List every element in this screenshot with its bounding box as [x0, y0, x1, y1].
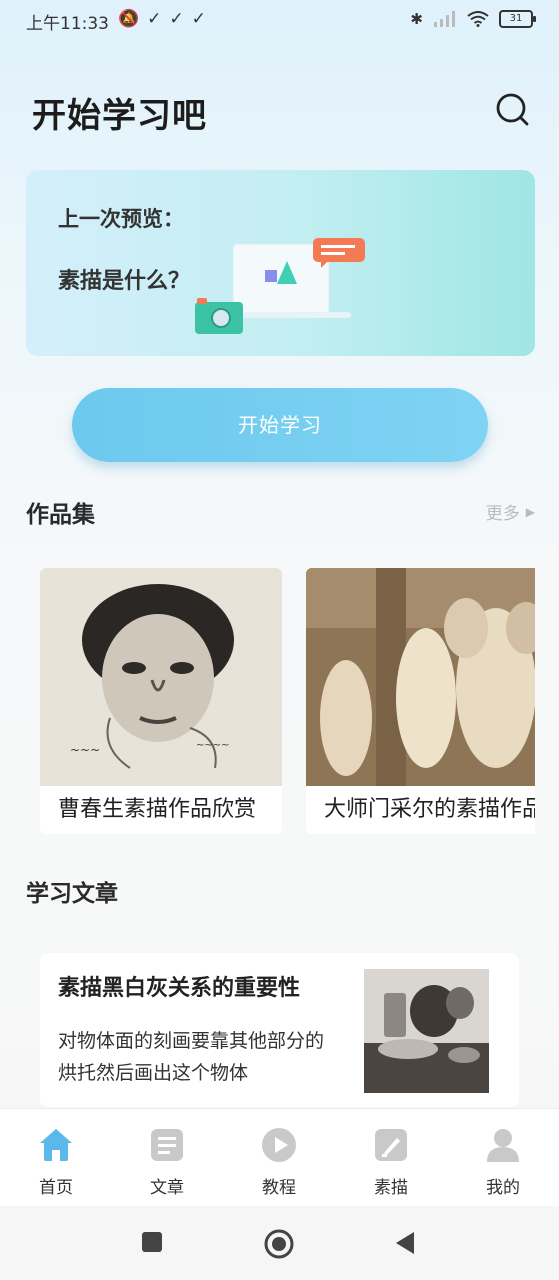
nav-label: 文章	[150, 1178, 184, 1198]
notification-icons: 🔕 ✓ ✓ ✓	[118, 9, 206, 29]
more-link[interactable]: 更多 ▶	[486, 499, 535, 524]
header: 开始学习吧	[0, 80, 559, 140]
gallery-card[interactable]: 大师门采尔的素描作品	[306, 568, 535, 834]
check-icon: ✓	[147, 9, 162, 29]
system-nav-bar	[0, 1206, 559, 1280]
profile-icon	[487, 1129, 519, 1162]
nav-label: 教程	[262, 1178, 296, 1198]
nav-item-tutorials[interactable]: 教程	[239, 1127, 319, 1198]
play-arrow-icon: ▶	[525, 504, 535, 519]
last-preview-card[interactable]: 上一次预览： 素描是什么？	[26, 170, 535, 356]
nav-label: 素描	[374, 1178, 408, 1198]
play-icon	[262, 1128, 296, 1162]
signal-icon	[434, 11, 455, 27]
page-title: 开始学习吧	[32, 96, 207, 136]
status-time: 上午11:33	[26, 14, 109, 34]
preview-label: 上一次预览：	[58, 207, 184, 231]
preview-topic: 素描是什么？	[58, 269, 191, 294]
articles-section-title: 学习文章	[26, 881, 118, 907]
status-bar: 上午11:33 🔕 ✓ ✓ ✓ ✱ 31	[0, 0, 559, 42]
recent-apps-icon[interactable]	[141, 1231, 163, 1253]
sculpture-sketch-image	[306, 568, 535, 786]
wifi-icon	[467, 11, 489, 27]
nav-item-home[interactable]: 首页	[16, 1127, 96, 1198]
bluetooth-icon: ✱	[410, 10, 423, 28]
gallery-caption: 大师门采尔的素描作品	[324, 797, 535, 822]
nav-item-sketch[interactable]: 素描	[351, 1127, 431, 1198]
search-icon[interactable]	[495, 92, 531, 128]
nav-label: 我的	[486, 1178, 520, 1198]
home-circle-icon[interactable]	[263, 1228, 295, 1260]
system-status-icons: ✱ 31	[410, 10, 536, 28]
more-label: 更多	[485, 504, 520, 524]
portrait-sketch-image: ~~~ ~~~~	[40, 568, 282, 786]
battery-icon: 31	[499, 10, 536, 28]
gallery-card[interactable]: ~~~ ~~~~ 曹春生素描作品欣赏	[40, 568, 282, 834]
article-card[interactable]: 素描黑白灰关系的重要性 对物体面的刻画要靠其他部分的烘托然后画出这个物体	[40, 953, 519, 1107]
mute-icon: 🔕	[118, 9, 140, 29]
svg-text:~~~: ~~~	[70, 743, 100, 757]
gallery-list: ~~~ ~~~~ 曹春生素描作品欣赏 大师门采尔的素描作品	[40, 568, 535, 838]
check-icon: ✓	[169, 9, 184, 29]
sketch-icon	[375, 1129, 407, 1161]
bottom-nav: 首页 文章 教程 素描 我的	[0, 1108, 559, 1207]
nav-item-articles[interactable]: 文章	[127, 1127, 207, 1198]
gallery-section-title: 作品集	[26, 502, 95, 528]
gallery-caption: 曹春生素描作品欣赏	[58, 797, 257, 822]
article-title: 素描黑白灰关系的重要性	[58, 976, 301, 1001]
svg-text:~~~~: ~~~~	[196, 740, 230, 751]
still-life-sketch-image	[364, 969, 489, 1093]
study-illustration	[195, 238, 365, 334]
article-icon	[151, 1129, 183, 1161]
home-icon	[40, 1129, 72, 1161]
check-icon: ✓	[191, 9, 206, 29]
article-summary: 对物体面的刻画要靠其他部分的烘托然后画出这个物体	[58, 1030, 325, 1084]
start-learning-button[interactable]: 开始学习	[72, 388, 488, 462]
back-icon[interactable]	[394, 1231, 416, 1255]
nav-label: 首页	[39, 1178, 73, 1198]
nav-item-profile[interactable]: 我的	[463, 1127, 543, 1198]
